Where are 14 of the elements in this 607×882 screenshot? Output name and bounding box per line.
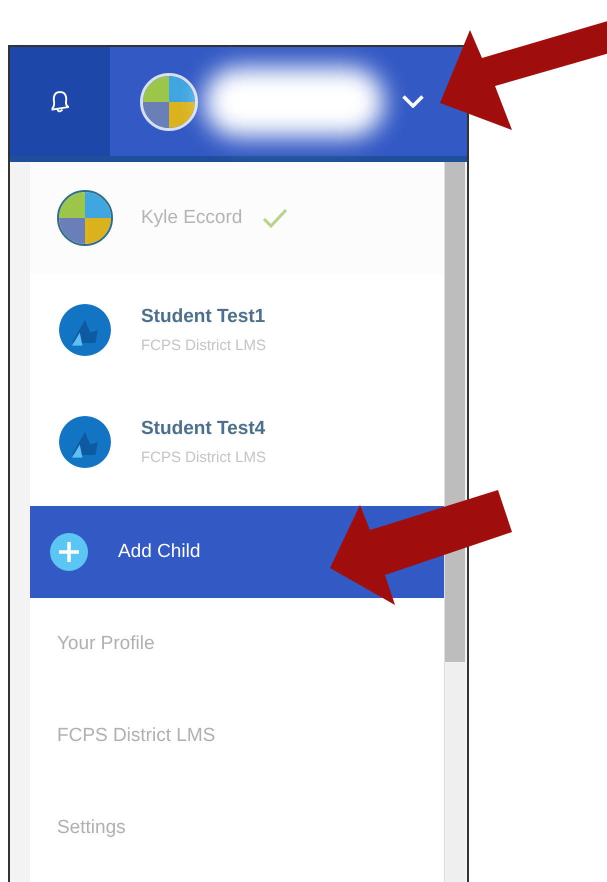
account-subtitle: FCPS District LMS xyxy=(141,336,266,356)
account-name: Kyle Eccord xyxy=(141,206,242,230)
plus-icon xyxy=(50,533,88,571)
account-subtitle: FCPS District LMS xyxy=(141,448,266,468)
avatar-icon xyxy=(57,190,113,246)
account-name: Student Test1 xyxy=(141,304,266,328)
avatar-icon xyxy=(140,72,198,130)
scrollbar[interactable] xyxy=(444,162,465,882)
chevron-down-icon xyxy=(402,95,424,108)
avatar-icon xyxy=(57,414,113,470)
scrollbar-thumb[interactable] xyxy=(445,162,465,662)
avatar-icon xyxy=(57,302,113,358)
account-name: Student Test4 xyxy=(141,416,266,440)
checkmark-icon xyxy=(262,207,288,229)
